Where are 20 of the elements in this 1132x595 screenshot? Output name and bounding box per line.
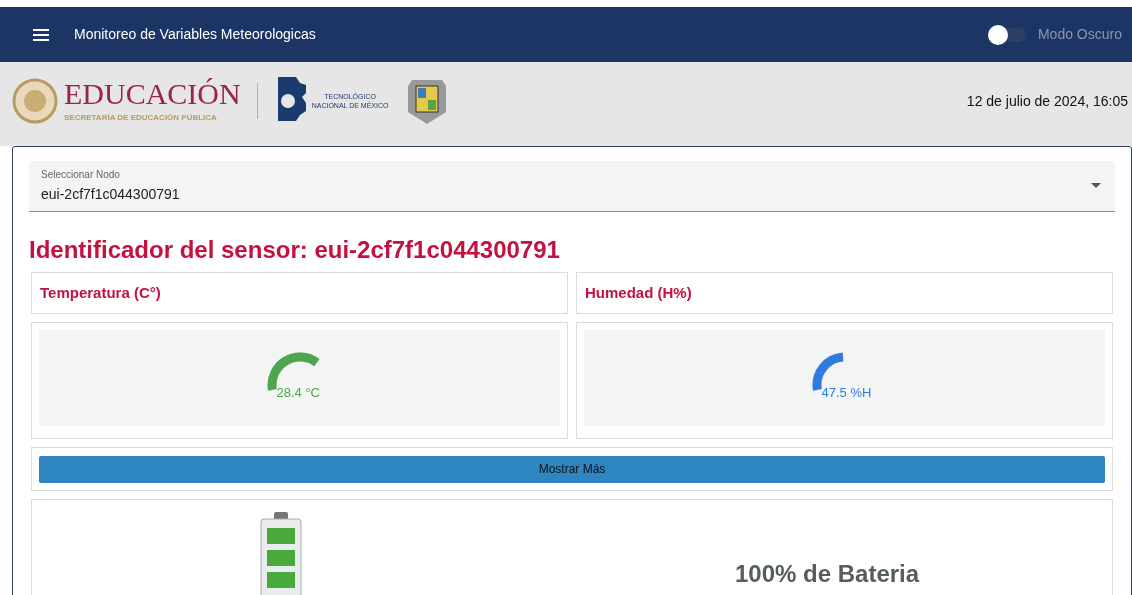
date-time: 12 de julio de 2024, 16:05 [966,91,1128,111]
dropdown-icon [1091,183,1101,188]
gauge-reading: 47.5 %H [821,384,872,402]
app-title: Monitoreo de Variables Meteorologicas [74,25,316,44]
logo-subtitle: SECRETARÍA DE EDUCACIÓN PÚBLICA [64,112,218,124]
battery-label: 100% de Bateria [735,559,920,589]
select-label: Seleccionar Nodo [41,169,121,181]
node-select[interactable]: Seleccionar Nodo eui-2cf7f1c044300791 [29,161,1115,212]
sensor-title: Identificador del sensor: eui-2cf7f1c044300791 [29,236,561,264]
battery-icon [260,512,302,595]
show-more-button[interactable]: Mostrar Más [39,455,1105,483]
panel-title: Humedad (H%) [585,282,692,303]
gauge-reading: 28.4 °C [276,384,320,402]
logo-title: EDUCACIÓN [64,78,241,110]
panel-title: Temperatura (C°) [40,282,161,303]
seal-icon [12,78,58,124]
dark-mode-label: Modo Oscuro [1037,25,1122,44]
dark-mode-switch[interactable] [991,27,1026,42]
menu-icon[interactable] [32,27,50,42]
select-value: eui-2cf7f1c044300791 [41,185,180,204]
